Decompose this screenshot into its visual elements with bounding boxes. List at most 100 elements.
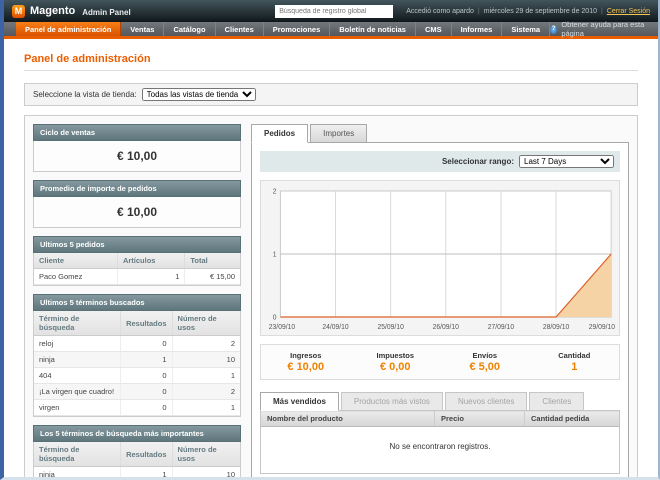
help-icon: ? [550,25,557,34]
stat-value: € 10,00 [261,361,351,373]
no-records-message: No se encontraron registros. [261,427,620,474]
separator: | [478,8,480,15]
nav-item-system[interactable]: Sistema [502,22,550,36]
top-search-terms-title: Los 5 términos de búsqueda más important… [33,425,241,442]
nav-item-sales[interactable]: Ventas [121,22,164,36]
cell-uses: 1 [172,368,240,384]
magento-admin-window: M Magento Admin Panel Accedió como apard… [0,0,660,480]
lifetime-sales-title: Ciclo de ventas [33,124,241,141]
cell-uses: 2 [172,336,240,352]
svg-text:25/09/10: 25/09/10 [378,324,404,331]
nav-item-dashboard[interactable]: Panel de administración [16,22,121,36]
page-title: Panel de administración [24,53,638,65]
table-row[interactable]: 404 0 1 [34,368,240,384]
nav-item-reports[interactable]: Informes [452,22,503,36]
current-date: miércoles 29 de septiembre de 2010 [484,8,597,15]
tab-customers[interactable]: Clientes [529,392,584,411]
stat-tax: Impuestos € 0,00 [351,351,441,373]
col-header: Término de búsqueda [34,442,121,467]
cell-uses: 10 [172,467,240,480]
bestsellers-table: Nombre del producto Precio Cantidad pedi… [260,410,620,474]
cell-term: reloj [34,336,121,352]
cell-uses: 1 [172,400,240,416]
col-header: Total [185,253,240,269]
average-orders-panel: Promedio de importe de pedidos € 10,00 [33,180,241,228]
lifetime-sales-panel: Ciclo de ventas € 10,00 [33,124,241,172]
cell-results: 0 [121,336,172,352]
svg-text:24/09/10: 24/09/10 [322,324,348,331]
stat-revenue: Ingresos € 10,00 [261,351,351,373]
col-header: Resultados [121,311,172,336]
stat-label: Impuestos [351,351,441,360]
lifetime-sales-value: € 10,00 [34,141,240,171]
cell-results: 1 [121,467,172,480]
logout-link[interactable]: Cerrar Sesión [607,8,650,15]
last-search-terms-table: Término de búsqueda Resultados Número de… [34,311,240,416]
svg-text:28/09/10: 28/09/10 [543,324,569,331]
cell-customer: Paco Gomez [34,269,117,285]
orders-amounts-tabs: Pedidos Importes [251,124,629,143]
average-orders-value: € 10,00 [34,197,240,227]
tab-bestsellers[interactable]: Más vendidos [260,392,339,411]
nav-item-promotions[interactable]: Promociones [264,22,331,36]
table-row[interactable]: ninja 1 10 [34,467,240,480]
col-header: Término de búsqueda [34,311,121,336]
last-orders-title: Ultimos 5 pedidos [33,236,241,253]
cell-results: 0 [121,368,172,384]
svg-text:2: 2 [273,188,277,195]
tab-amounts[interactable]: Importes [310,124,367,143]
last-orders-table: Cliente Artículos Total Paco Gomez 1 € 1… [34,253,240,285]
nav-item-cms[interactable]: CMS [416,22,452,36]
cell-term: ninja [34,352,121,368]
stat-shipping: Envíos € 5,00 [440,351,530,373]
orders-area-chart: 01223/09/1024/09/1025/09/1026/09/1027/09… [263,183,617,333]
help-link[interactable]: ? Obtener ayuda para esta página [550,22,658,36]
dashboard-container: Ciclo de ventas € 10,00 Promedio de impo… [24,115,638,480]
table-row[interactable]: reloj 0 2 [34,336,240,352]
magento-logo-icon: M [12,5,25,18]
stat-value: € 0,00 [351,361,441,373]
last-search-terms-title: Ultimos 5 términos buscados [33,294,241,311]
col-header: Número de usos [172,311,240,336]
stat-label: Cantidad [530,351,620,360]
svg-text:29/09/10: 29/09/10 [589,324,615,331]
col-header: Cliente [34,253,117,269]
svg-text:26/09/10: 26/09/10 [433,324,459,331]
tab-new-customers[interactable]: Nuevos clientes [445,392,527,411]
cell-term: ¡La virgen que cuadro! [34,384,121,400]
top-search-terms-table: Término de búsqueda Resultados Número de… [34,442,240,480]
range-select[interactable]: Last 7 Days [519,155,614,168]
stat-quantity: Cantidad 1 [530,351,620,373]
empty-row: No se encontraron registros. [261,427,620,474]
orders-chart-frame: 01223/09/1024/09/1025/09/1026/09/1027/09… [260,180,620,336]
tab-most-viewed[interactable]: Productos más vistos [341,392,443,411]
table-row[interactable]: ninja 1 10 [34,352,240,368]
nav-item-newsletter[interactable]: Boletín de noticias [330,22,416,36]
main-nav: Panel de administración Ventas Catálogo … [4,22,658,39]
store-view-label: Seleccione la vista de tienda: [33,90,137,99]
table-row[interactable]: virgen 0 1 [34,400,240,416]
cell-term: virgen [34,400,121,416]
table-row[interactable]: Paco Gomez 1 € 15,00 [34,269,240,285]
cell-results: 0 [121,384,172,400]
table-row[interactable]: ¡La virgen que cuadro! 0 2 [34,384,240,400]
range-bar: Seleccionar rango: Last 7 Days [260,151,620,172]
global-search-input[interactable] [275,5,393,18]
nav-item-catalog[interactable]: Catálogo [164,22,215,36]
cell-term: ninja [34,467,121,480]
brand-name: Magento [30,5,75,17]
tab-orders[interactable]: Pedidos [251,124,308,143]
header-bar: M Magento Admin Panel Accedió como apard… [4,0,658,22]
top-search-terms-panel: Los 5 términos de búsqueda más important… [33,425,241,480]
title-divider [24,70,638,71]
last-orders-panel: Ultimos 5 pedidos Cliente Artículos Tota… [33,236,241,286]
stat-label: Envíos [440,351,530,360]
cell-items: 1 [117,269,184,285]
bottom-tabs: Más vendidos Productos más vistos Nuevos… [260,392,620,411]
range-label: Seleccionar rango: [442,157,514,166]
cell-term: 404 [34,368,121,384]
store-view-select[interactable]: Todas las vistas de tienda [142,88,256,101]
cell-uses: 2 [172,384,240,400]
header-session-info: Accedió como apardo | miércoles 29 de se… [398,8,650,15]
nav-item-customers[interactable]: Clientes [216,22,264,36]
